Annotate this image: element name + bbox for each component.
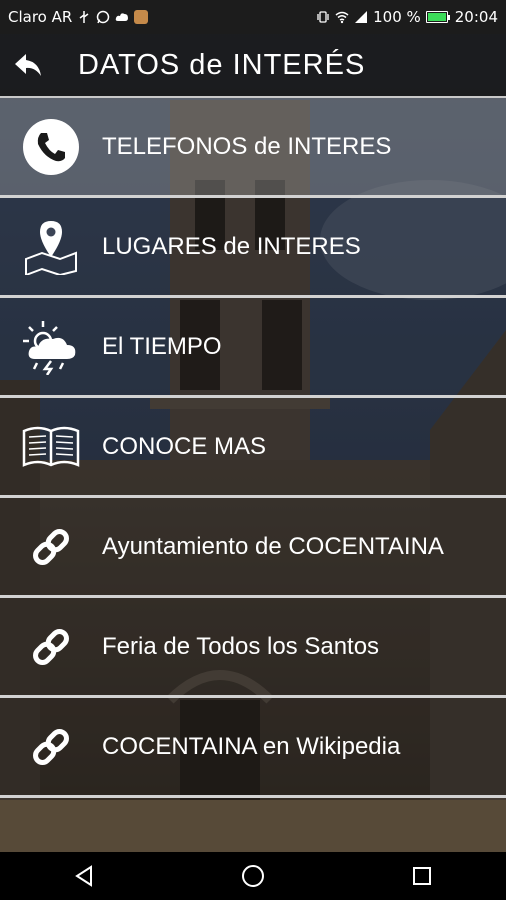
menu-item-label: Ayuntamiento de COCENTAINA: [102, 532, 444, 560]
menu-item-conoce[interactable]: CONOCE MAS: [0, 398, 506, 498]
page-title: DATOS de INTERÉS: [78, 48, 366, 81]
interest-menu: TELEFONOS de INTERES LUGARES de INTERES: [0, 96, 506, 798]
weather-icon: [23, 320, 76, 375]
back-arrow-icon: [15, 54, 41, 76]
app-bar: DATOS de INTERÉS: [0, 34, 506, 96]
back-button[interactable]: [0, 34, 56, 96]
menu-item-telefonos[interactable]: TELEFONOS de INTERES: [0, 98, 506, 198]
menu-item-tiempo[interactable]: El TIEMPO: [0, 298, 506, 398]
cloud-icon: [116, 13, 129, 21]
menu-item-lugares[interactable]: LUGARES de INTERES: [0, 198, 506, 298]
app-notification-icon: [134, 10, 149, 24]
wifi-icon: [335, 11, 349, 24]
menu-item-label: El TIEMPO: [102, 332, 222, 360]
carrier-label: Claro AR: [8, 8, 73, 26]
battery-percent: 100 %: [373, 8, 421, 26]
status-left: Claro AR: [8, 8, 149, 26]
nav-back-button[interactable]: [54, 852, 114, 900]
status-right: 100 % 20:04: [316, 8, 498, 26]
menu-item-feria[interactable]: Feria de Todos los Santos: [0, 598, 506, 698]
vibrate-icon: [317, 11, 329, 23]
menu-item-label: TELEFONOS de INTERES: [102, 132, 392, 160]
menu-item-label: CONOCE MAS: [102, 432, 267, 460]
nav-recents-button[interactable]: [392, 852, 452, 900]
menu-item-ayuntamiento[interactable]: Ayuntamiento de COCENTAINA: [0, 498, 506, 598]
whatsapp-icon: [97, 10, 110, 24]
nav-home-button[interactable]: [223, 852, 283, 900]
usb-icon: [79, 11, 89, 23]
menu-item-label: LUGARES de INTERES: [102, 232, 361, 260]
status-bar: Claro AR 100 % 20:04: [0, 0, 506, 34]
map-pin-icon: [25, 220, 77, 275]
battery-icon: [425, 11, 450, 23]
clock: 20:04: [454, 8, 498, 26]
home-circle-icon: [241, 865, 264, 887]
link-icon: [33, 728, 69, 765]
system-nav-bar: [0, 852, 506, 900]
menu-item-label: COCENTAINA en Wikipedia: [102, 732, 401, 760]
link-icon: [33, 528, 69, 565]
menu-item-label: Feria de Todos los Santos: [102, 632, 380, 660]
back-triangle-icon: [75, 865, 93, 887]
book-icon: [22, 426, 80, 467]
menu-item-wikipedia[interactable]: COCENTAINA en Wikipedia: [0, 698, 506, 798]
recents-square-icon: [412, 867, 431, 885]
phone-icon: [23, 118, 79, 175]
signal-icon: [355, 11, 368, 23]
link-icon: [33, 628, 69, 665]
battery-fill: [427, 13, 446, 21]
